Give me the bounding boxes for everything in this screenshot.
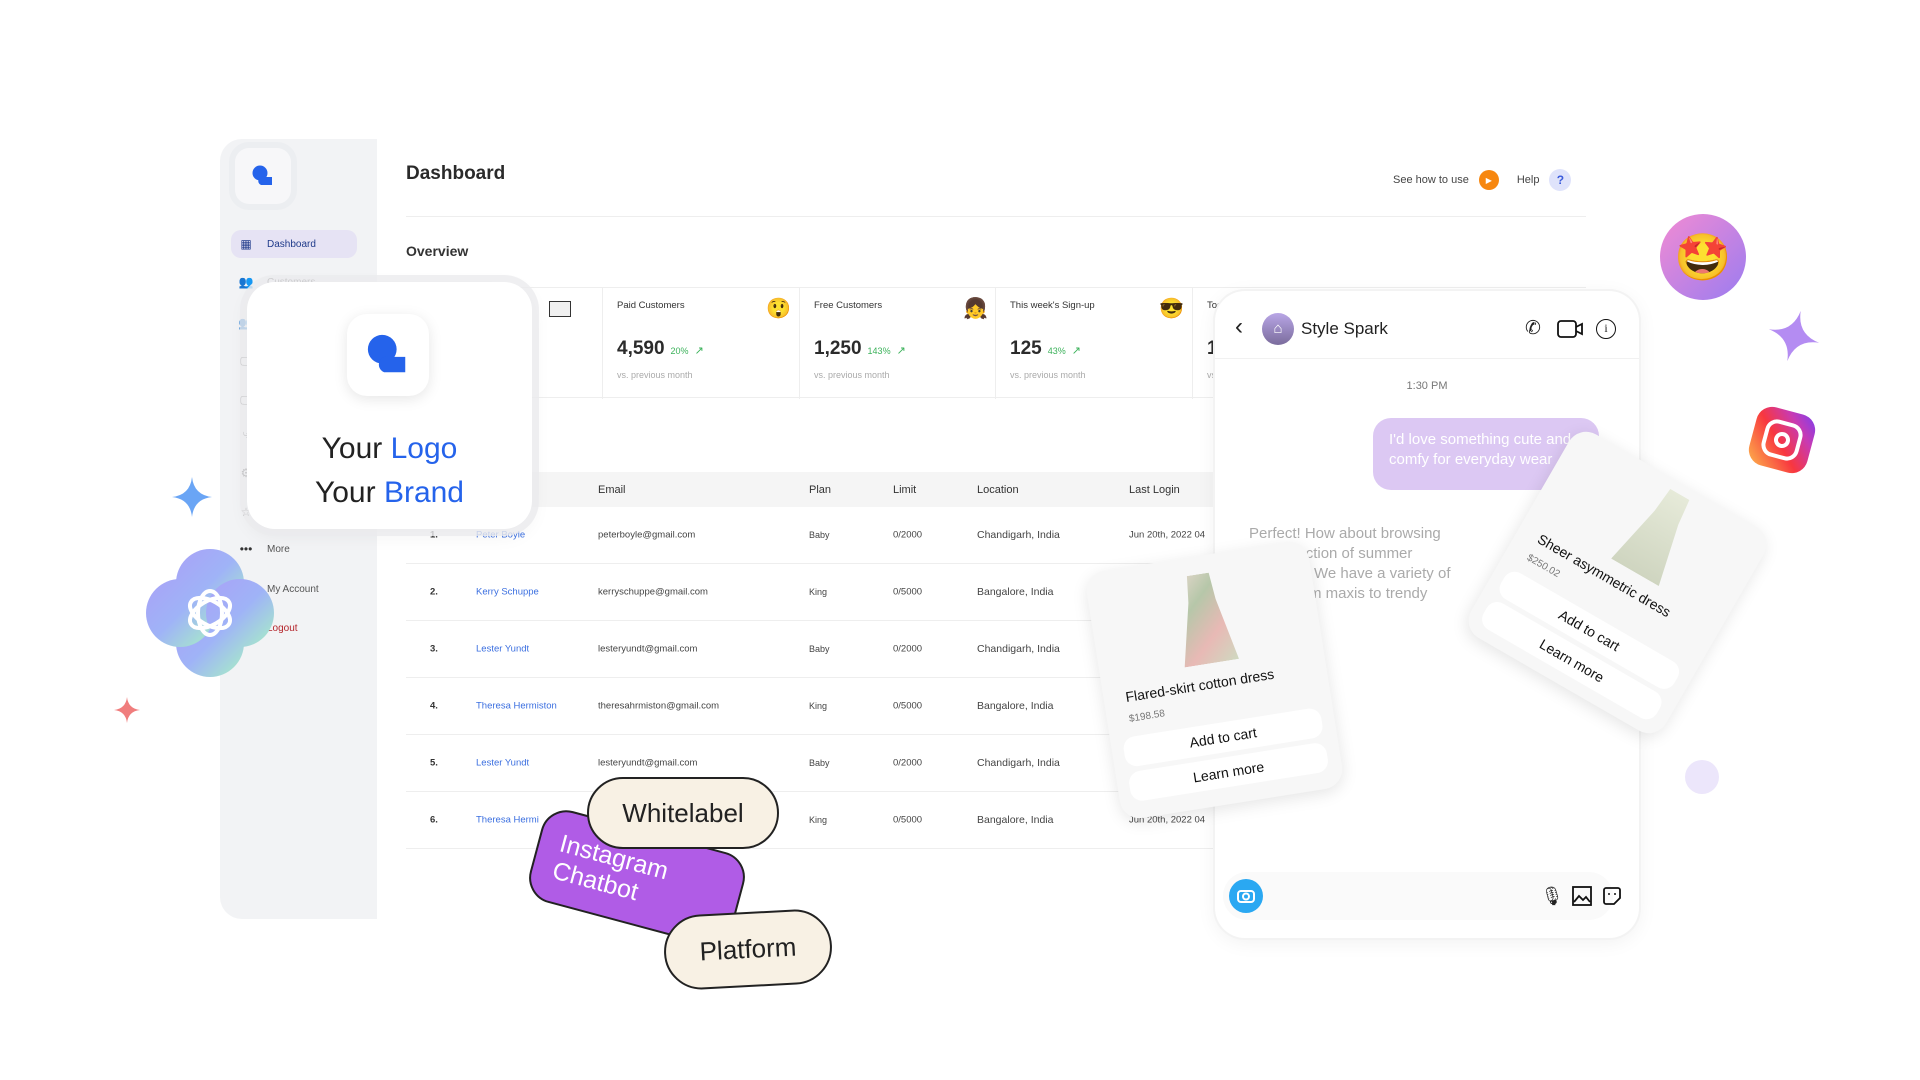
cell-email: theresahrmiston@gmail.com	[598, 700, 720, 712]
cell-email: lesteryundt@gmail.com	[598, 757, 698, 769]
video-icon[interactable]	[1557, 320, 1583, 338]
cell-plan: Baby	[809, 758, 830, 768]
cell-limit: 0/5000	[893, 700, 923, 712]
cell-limit: 0/5000	[893, 814, 923, 826]
stat-card-free[interactable]: Free Customers 👧 1,250 143% ↗ vs. previous…	[799, 288, 996, 399]
cell-n: 4.	[430, 700, 438, 712]
trend-up-icon: ↗	[1071, 345, 1081, 357]
sidebar-item-dashboard[interactable]: ▦ Dashboard	[231, 230, 357, 258]
message-timestamp: 1:30 PM	[1406, 380, 1448, 392]
cell-plan: Baby	[809, 644, 830, 654]
header-actions: See how to use ▶ Help ?	[1393, 169, 1572, 191]
cell-limit: 0/2000	[893, 529, 923, 541]
cell-n: 5.	[430, 757, 438, 769]
cell-location: Chandigarh, India	[977, 757, 1060, 769]
section-title: Overview	[406, 243, 469, 259]
emoji-icon: 😎	[1159, 298, 1184, 320]
brand-card: Your Logo Your Brand	[247, 282, 532, 529]
dress-image	[1171, 570, 1239, 667]
sticker-icon[interactable]	[1601, 885, 1623, 907]
dress-image	[1611, 481, 1704, 586]
cell-n: 2.	[430, 586, 438, 598]
play-icon[interactable]: ▶	[1478, 170, 1499, 190]
emoji-icon: 👧	[963, 298, 988, 320]
cell-email: peterboyle@gmail.com	[598, 529, 696, 541]
cell-email: lesteryundt@gmail.com	[598, 643, 698, 655]
cell-location: Bangalore, India	[977, 586, 1054, 598]
back-icon[interactable]: ‹	[1235, 313, 1243, 341]
star-struck-emoji: 🤩	[1660, 214, 1746, 300]
see-how-link[interactable]: See how to use	[1393, 174, 1469, 186]
cell-plan: King	[809, 815, 828, 825]
cell-location: Bangalore, India	[977, 814, 1054, 826]
stat-card-paid[interactable]: Paid Customers 😲 4,590 20% ↗ vs. previous …	[602, 288, 799, 399]
logo-icon	[367, 334, 406, 373]
phone-icon[interactable]: ✆	[1525, 317, 1541, 340]
sparkle-icon	[172, 477, 212, 517]
decor-circle	[1685, 760, 1719, 794]
help-icon[interactable]: ?	[1549, 169, 1572, 191]
logo-icon	[252, 165, 272, 185]
envelope-icon	[549, 301, 571, 317]
cell-n: 1.	[430, 529, 438, 541]
cell-name[interactable]: Peter Boyle	[476, 530, 525, 541]
dashboard-icon: ▦	[240, 237, 252, 251]
divider	[406, 216, 1586, 217]
customers-icon: 👥	[238, 275, 254, 289]
sparkle-icon	[114, 697, 140, 723]
cell-plan: King	[809, 701, 828, 711]
cell-name[interactable]: Lester Yundt	[476, 644, 529, 655]
microphone-icon[interactable]: 🎙	[1541, 885, 1564, 907]
message-input-bar[interactable]: 🎙	[1223, 872, 1621, 920]
cell-location: Bangalore, India	[977, 700, 1054, 712]
cell-n: 3.	[430, 643, 438, 655]
cell-limit: 0/5000	[893, 586, 923, 598]
chat-header: ‹ ⌂ Style Spark ✆ i	[1215, 291, 1639, 359]
cell-last: Jun 20th, 2022 04	[1129, 529, 1206, 541]
cell-limit: 0/2000	[893, 757, 923, 769]
cell-plan: Baby	[809, 530, 830, 540]
instagram-icon	[1745, 403, 1819, 477]
page-title: Dashboard	[406, 163, 506, 184]
sidebar: ▦Dashboard 👥Customers 👥 🖵 🖵 ⤷ ⚙ ☆ •••Mor…	[220, 139, 377, 919]
cell-n: 6.	[430, 814, 438, 826]
cell-email: kerryschuppe@gmail.com	[598, 586, 708, 598]
image-icon[interactable]	[1571, 885, 1593, 907]
stat-card-signup[interactable]: This week's Sign-up 😎 125 43% ↗ vs. previo…	[995, 288, 1192, 399]
cell-location: Chandigarh, India	[977, 643, 1060, 655]
cell-limit: 0/2000	[893, 643, 923, 655]
sticker-platform: Platform	[662, 907, 834, 992]
brand-logo	[347, 314, 429, 396]
openai-logo	[145, 548, 275, 678]
brand-line-logo: Your Logo	[321, 432, 458, 465]
chat-contact-name[interactable]: Style Spark	[1301, 319, 1388, 339]
app-logo[interactable]	[235, 148, 291, 204]
cell-location: Chandigarh, India	[977, 529, 1060, 541]
trend-up-icon: ↗	[694, 345, 704, 357]
avatar[interactable]: ⌂	[1262, 313, 1294, 345]
camera-icon[interactable]	[1229, 879, 1263, 913]
product-card[interactable]: Flared-skirt cotton dress $198.58 Add to…	[1083, 538, 1346, 822]
trend-up-icon: ↗	[896, 345, 906, 357]
cell-name[interactable]: Theresa Hermiston	[476, 701, 557, 712]
cell-name[interactable]: Theresa Hermi	[476, 815, 539, 826]
cell-name[interactable]: Kerry Schuppe	[476, 587, 539, 598]
info-icon[interactable]: i	[1596, 319, 1616, 339]
cell-name[interactable]: Lester Yundt	[476, 758, 529, 769]
sticker-whitelabel: Whitelabel	[587, 777, 779, 849]
emoji-icon: 😲	[766, 298, 791, 320]
cell-plan: King	[809, 587, 828, 597]
sparkle-icon	[1768, 310, 1820, 362]
help-link[interactable]: Help	[1517, 174, 1540, 186]
brand-line-brand: Your Brand	[314, 476, 464, 509]
